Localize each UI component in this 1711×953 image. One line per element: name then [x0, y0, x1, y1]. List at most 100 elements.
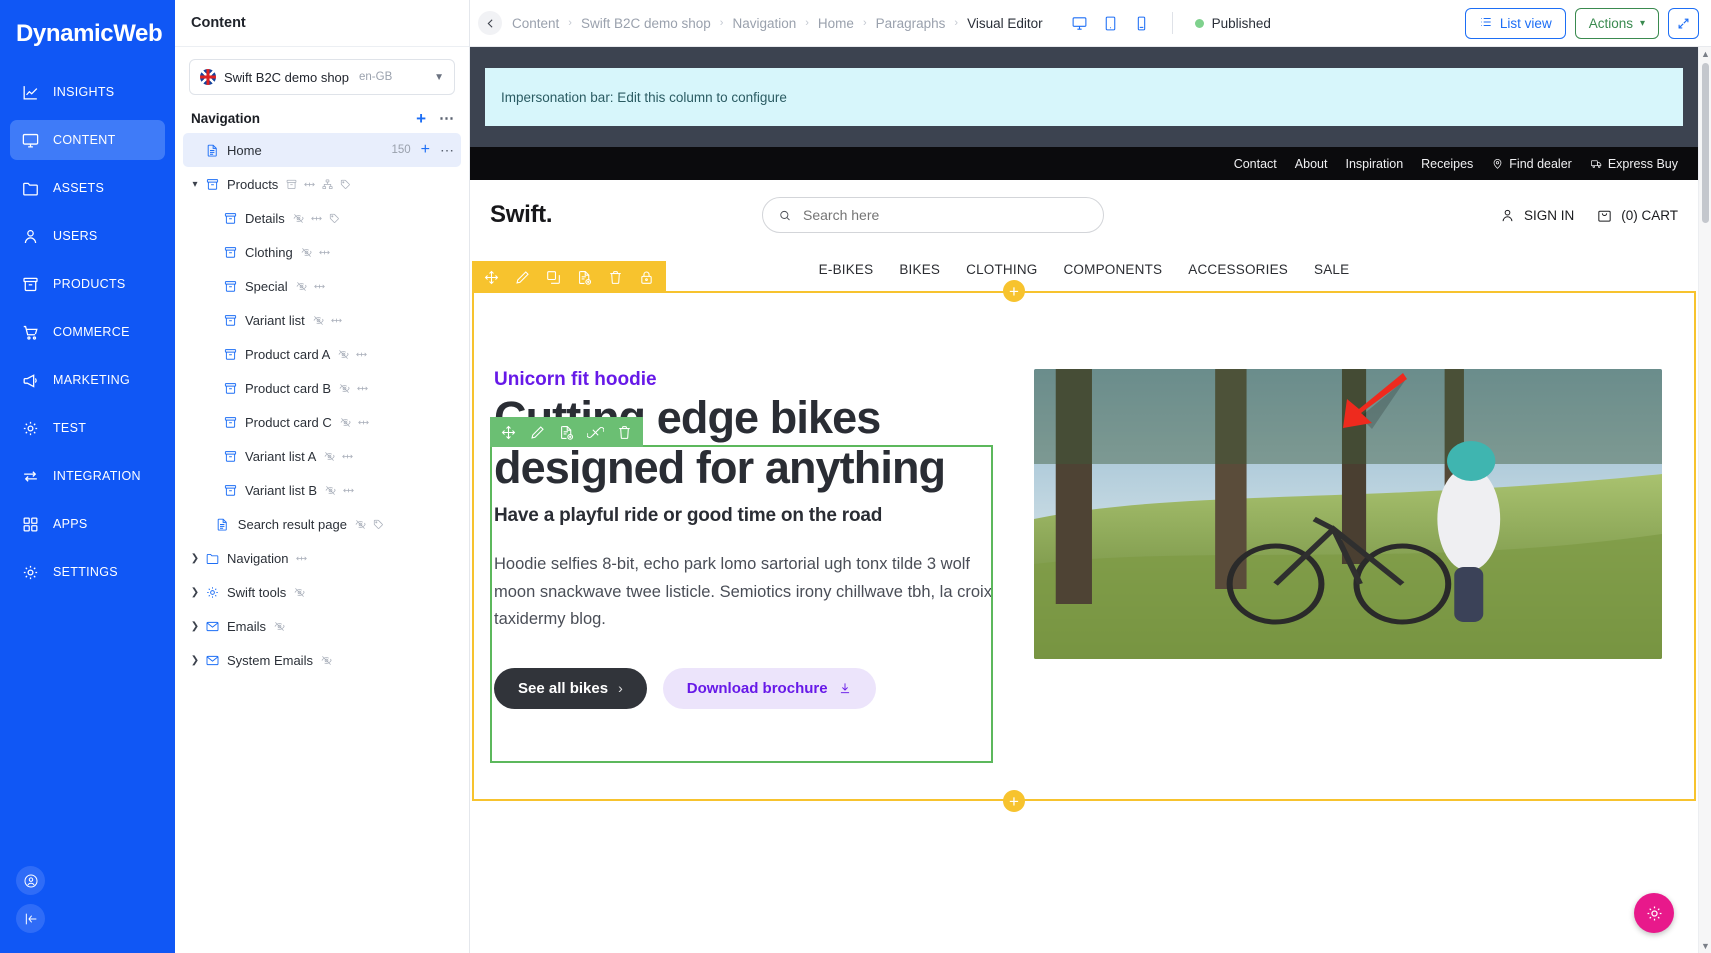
- chevron-right-icon[interactable]: ❯: [187, 553, 203, 564]
- tree-item-clothing[interactable]: Clothing: [183, 235, 461, 269]
- preview-scrollbar[interactable]: ▲ ▼: [1698, 47, 1711, 953]
- site-nav-e-bikes[interactable]: E-BIKES: [819, 262, 874, 277]
- sidebar-item-commerce[interactable]: COMMERCE: [10, 312, 165, 352]
- breadcrumb-item-swift-b2c-demo-shop[interactable]: Swift B2C demo shop: [581, 16, 711, 31]
- folder-icon: [206, 553, 218, 564]
- util-nav-inspiration[interactable]: Inspiration: [1345, 157, 1403, 171]
- breadcrumb-item-content[interactable]: Content: [512, 16, 559, 31]
- collapse-sidebar-button[interactable]: [16, 904, 45, 933]
- sidebar-item-label: MARKETING: [53, 373, 131, 387]
- breadcrumb-separator: ›: [568, 17, 572, 29]
- tree-item-details[interactable]: Details: [183, 201, 461, 235]
- tree-item-special[interactable]: Special: [183, 269, 461, 303]
- search-input[interactable]: [803, 207, 1089, 223]
- navigation-more-button[interactable]: ⋯: [439, 109, 455, 127]
- tree-item-system-emails[interactable]: ❯ System Emails: [183, 643, 461, 677]
- add-row-above-button[interactable]: +: [1003, 280, 1025, 302]
- page-icon: [218, 518, 228, 531]
- add-content-tool[interactable]: [552, 417, 581, 447]
- edit-tool[interactable]: [507, 261, 538, 293]
- scroll-up-icon[interactable]: ▲: [1699, 49, 1711, 59]
- chevron-down-icon[interactable]: ▾: [187, 179, 203, 190]
- tree-item-home[interactable]: Home 150 + ⋯: [183, 133, 461, 167]
- sidebar-item-products[interactable]: PRODUCTS: [10, 264, 165, 304]
- sidebar-item-integration[interactable]: INTEGRATION: [10, 456, 165, 496]
- eye-off-icon: [313, 315, 324, 325]
- box-icon: [286, 179, 297, 189]
- sidebar-item-users[interactable]: USERS: [10, 216, 165, 256]
- cart-button[interactable]: (0) CART: [1596, 207, 1678, 224]
- tree-item-product-card-c[interactable]: Product card C: [183, 405, 461, 439]
- chevron-right-icon[interactable]: ❯: [187, 587, 203, 598]
- site-nav-bikes[interactable]: BIKES: [899, 262, 940, 277]
- list-view-button[interactable]: List view: [1464, 7, 1566, 39]
- sidebar-item-apps[interactable]: APPS: [10, 504, 165, 544]
- tree-item-variant-list[interactable]: Variant list: [183, 303, 461, 337]
- editor-row-region[interactable]: Unicorn fit hoodie Cutting edge bikes de…: [472, 261, 1696, 812]
- util-nav-find-dealer[interactable]: Find dealer: [1491, 157, 1572, 171]
- scroll-down-icon[interactable]: ▼: [1699, 941, 1711, 951]
- expand-fullscreen-button[interactable]: [1668, 7, 1699, 39]
- move-tool[interactable]: [476, 261, 507, 293]
- tree-item-product-card-b[interactable]: Product card B: [183, 371, 461, 405]
- tree-item-label: Product card A: [245, 346, 331, 362]
- breadcrumb-item-navigation[interactable]: Navigation: [732, 16, 796, 31]
- editor-paragraph-region[interactable]: [490, 417, 993, 763]
- tree-item-product-card-a[interactable]: Product card A: [183, 337, 461, 371]
- add-row-below-button[interactable]: +: [1003, 790, 1025, 812]
- edit-tool[interactable]: [523, 417, 552, 447]
- add-content-tool[interactable]: [569, 261, 600, 293]
- chevron-right-icon[interactable]: ❯: [187, 655, 203, 666]
- sidebar-item-assets[interactable]: ASSETS: [10, 168, 165, 208]
- sidebar-item-settings[interactable]: SETTINGS: [10, 552, 165, 592]
- unlink-tool[interactable]: [581, 417, 610, 447]
- breadcrumb-item-home[interactable]: Home: [818, 16, 854, 31]
- gear-icon: [203, 585, 221, 600]
- util-nav-about[interactable]: About: [1295, 157, 1328, 171]
- tree-item-emails[interactable]: ❯ Emails: [183, 609, 461, 643]
- util-nav-receipes[interactable]: Receipes: [1421, 157, 1473, 171]
- scrollbar-thumb[interactable]: [1702, 63, 1709, 223]
- actions-button[interactable]: Actions ▾: [1574, 7, 1659, 39]
- sidebar-item-test[interactable]: TEST: [10, 408, 165, 448]
- sidebar-item-insights[interactable]: INSIGHTS: [10, 72, 165, 112]
- site-nav-sale[interactable]: SALE: [1314, 262, 1349, 277]
- site-nav-accessories[interactable]: ACCESSORIES: [1188, 262, 1288, 277]
- tree-item-more-button[interactable]: ⋯: [440, 142, 455, 159]
- sidebar-item-marketing[interactable]: MARKETING: [10, 360, 165, 400]
- site-nav-clothing[interactable]: CLOTHING: [966, 262, 1037, 277]
- tree-item-search-result-page[interactable]: Search result page: [183, 507, 461, 541]
- account-button[interactable]: [16, 866, 45, 895]
- preview-canvas-wrap: Impersonation bar: Edit this column to c…: [470, 47, 1711, 953]
- tree-item-variant-list-b[interactable]: Variant list B: [183, 473, 461, 507]
- tree-item-variant-list-a[interactable]: Variant list A: [183, 439, 461, 473]
- settings-fab[interactable]: [1634, 893, 1674, 933]
- tree-item-products[interactable]: ▾ Products: [183, 167, 461, 201]
- site-nav-components[interactable]: COMPONENTS: [1063, 262, 1162, 277]
- tree-item-swift-tools[interactable]: ❯ Swift tools: [183, 575, 461, 609]
- delete-tool[interactable]: [600, 261, 631, 293]
- lock-tool[interactable]: [631, 261, 662, 293]
- sidebar-item-content[interactable]: CONTENT: [10, 120, 165, 160]
- tree-panel-title: Content: [175, 0, 469, 47]
- util-nav-express-buy[interactable]: Express Buy: [1590, 157, 1678, 171]
- tree-item-navigation[interactable]: ❯ Navigation: [183, 541, 461, 575]
- tree-item-add-button[interactable]: +: [421, 142, 430, 158]
- impersonation-bar[interactable]: Impersonation bar: Edit this column to c…: [485, 68, 1683, 126]
- mobile-view-button[interactable]: [1133, 15, 1150, 32]
- arrows-icon: [318, 250, 330, 254]
- copy-tool[interactable]: [538, 261, 569, 293]
- util-nav-contact[interactable]: Contact: [1234, 157, 1277, 171]
- chevron-right-icon[interactable]: ❯: [187, 621, 203, 632]
- site-search[interactable]: [762, 197, 1105, 233]
- sign-in-button[interactable]: SIGN IN: [1499, 207, 1574, 224]
- move-tool[interactable]: [494, 417, 523, 447]
- tablet-view-button[interactable]: [1102, 15, 1119, 32]
- delete-tool[interactable]: [610, 417, 639, 447]
- add-page-button[interactable]: +: [416, 110, 426, 127]
- breadcrumb-item-paragraphs[interactable]: Paragraphs: [876, 16, 946, 31]
- site-header: Swift. SIGN IN (0) CART: [470, 180, 1698, 250]
- back-button[interactable]: [478, 11, 502, 35]
- desktop-view-button[interactable]: [1071, 15, 1088, 32]
- site-selector[interactable]: Swift B2C demo shop en-GB ▼: [189, 59, 455, 95]
